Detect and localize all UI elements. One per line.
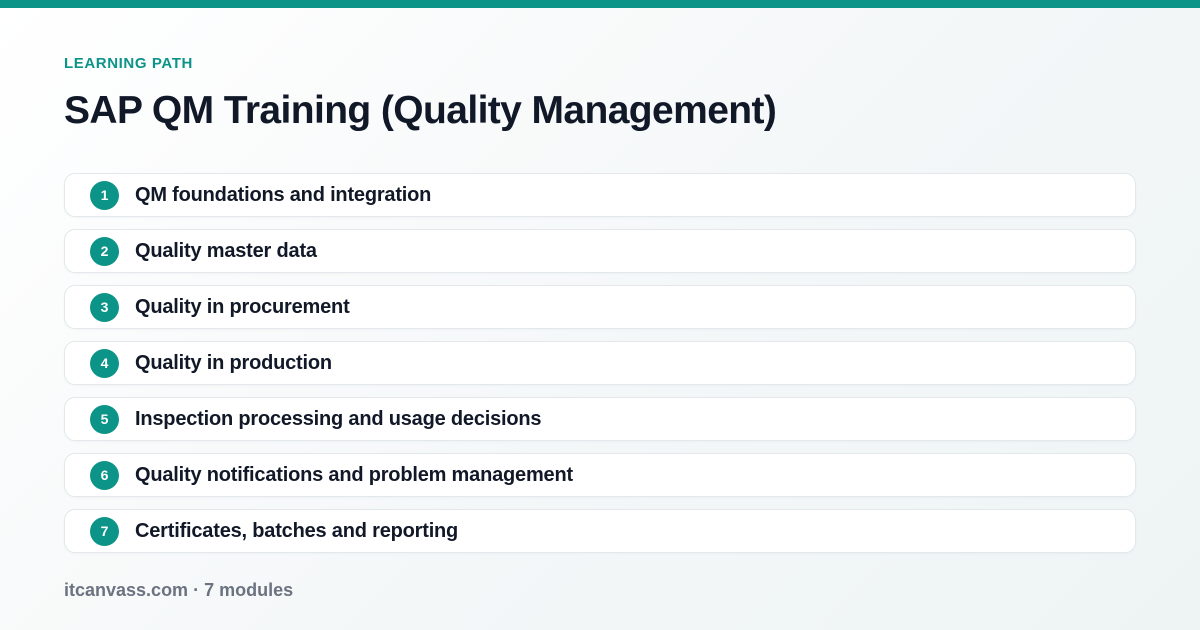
module-label: Quality in production (135, 351, 332, 374)
module-item-1[interactable]: 1 QM foundations and integration (64, 173, 1136, 217)
top-accent-bar (0, 0, 1200, 8)
module-label: Inspection processing and usage decision… (135, 407, 542, 430)
module-label: Certificates, batches and reporting (135, 519, 459, 542)
module-label: QM foundations and integration (135, 183, 432, 206)
module-number-badge: 3 (90, 292, 119, 322)
module-item-2[interactable]: 2 Quality master data (64, 229, 1136, 273)
eyebrow-label: LEARNING PATH (64, 55, 193, 72)
footer-text: itcanvass.com · 7 modules (64, 580, 294, 600)
module-item-6[interactable]: 6 Quality notifications and problem mana… (64, 453, 1136, 497)
module-number-badge: 4 (90, 348, 119, 378)
page-title: SAP QM Training (Quality Management) (64, 89, 777, 132)
module-list: 1 QM foundations and integration 2 Quali… (64, 173, 1136, 553)
module-label: Quality in procurement (135, 295, 350, 318)
module-label: Quality notifications and problem manage… (135, 463, 573, 486)
module-label: Quality master data (135, 239, 317, 262)
module-number-badge: 5 (90, 404, 119, 434)
module-number-badge: 6 (90, 460, 119, 490)
module-item-4[interactable]: 4 Quality in production (64, 341, 1136, 385)
module-item-7[interactable]: 7 Certificates, batches and reporting (64, 509, 1136, 553)
module-number-badge: 2 (90, 236, 119, 266)
module-number-badge: 1 (90, 180, 119, 210)
module-item-3[interactable]: 3 Quality in procurement (64, 285, 1136, 329)
module-number-badge: 7 (90, 516, 119, 546)
module-item-5[interactable]: 5 Inspection processing and usage decisi… (64, 397, 1136, 441)
